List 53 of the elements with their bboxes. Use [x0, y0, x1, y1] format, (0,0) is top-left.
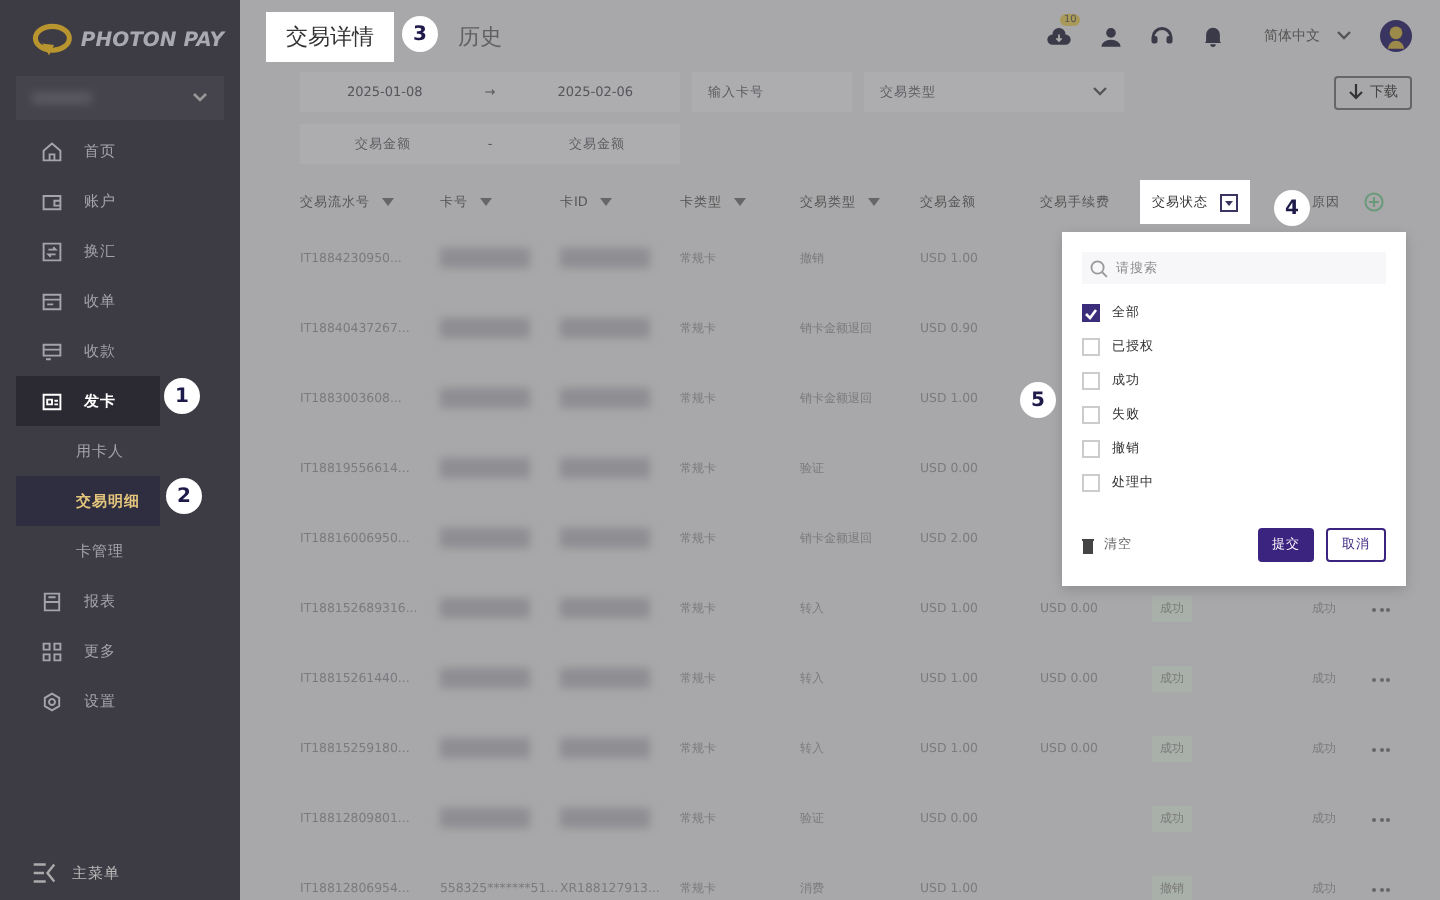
blurred-text [560, 737, 650, 757]
sort-caret-icon [382, 198, 394, 206]
blurred-text [440, 527, 530, 547]
tab[interactable]: 交易详情 [266, 11, 394, 61]
sort-caret-icon [480, 198, 492, 206]
blurred-text [440, 247, 530, 267]
blurred-text [440, 737, 530, 757]
user-icon[interactable] [1100, 25, 1122, 47]
filter-dropdown-icon [1220, 193, 1238, 211]
nav-icon [40, 239, 64, 263]
nav-icon [40, 289, 64, 313]
blurred-text [560, 807, 650, 827]
blurred-text [560, 247, 650, 267]
add-column-icon[interactable] [1364, 192, 1384, 212]
blurred-text [560, 527, 650, 547]
cloud-download-icon[interactable] [1046, 25, 1072, 47]
logo-icon [32, 20, 73, 60]
checkbox[interactable] [1082, 304, 1100, 322]
sort-caret-icon [599, 198, 612, 206]
menu-collapse-icon [32, 862, 56, 884]
nav-icon [40, 689, 64, 713]
avatar[interactable] [1380, 20, 1412, 52]
blurred-text [440, 667, 530, 687]
chevron-down-icon [192, 92, 208, 104]
nav-icon [40, 389, 64, 413]
download-icon [1348, 83, 1364, 101]
blurred-text [440, 387, 530, 407]
trash-icon [1082, 537, 1094, 553]
blurred-text [560, 667, 650, 687]
blurred-text [440, 597, 530, 617]
nav-icon [40, 589, 64, 613]
search-icon [1090, 259, 1108, 277]
sort-caret-icon [734, 198, 746, 206]
chevron-down-icon [1092, 86, 1108, 98]
sort-caret-icon [868, 198, 880, 206]
blurred-text [560, 457, 650, 477]
nav-icon [40, 639, 64, 663]
user-silhouette-icon [1380, 20, 1412, 52]
blurred-text [440, 457, 530, 477]
tab[interactable]: 历史 [438, 11, 522, 61]
blurred-text [440, 807, 530, 827]
logo-text: PHOTON PAY [80, 29, 224, 51]
blurred-text [440, 317, 530, 337]
chevron-down-icon [1336, 30, 1352, 42]
account-selector[interactable] [16, 76, 224, 120]
bell-icon[interactable] [1202, 24, 1224, 48]
nav-icon [40, 189, 64, 213]
blurred-text [560, 387, 650, 407]
nav-icon [40, 139, 64, 163]
blurred-text [560, 597, 650, 617]
nav-icon [40, 339, 64, 363]
headset-icon[interactable] [1150, 24, 1174, 48]
blurred-text [560, 317, 650, 337]
